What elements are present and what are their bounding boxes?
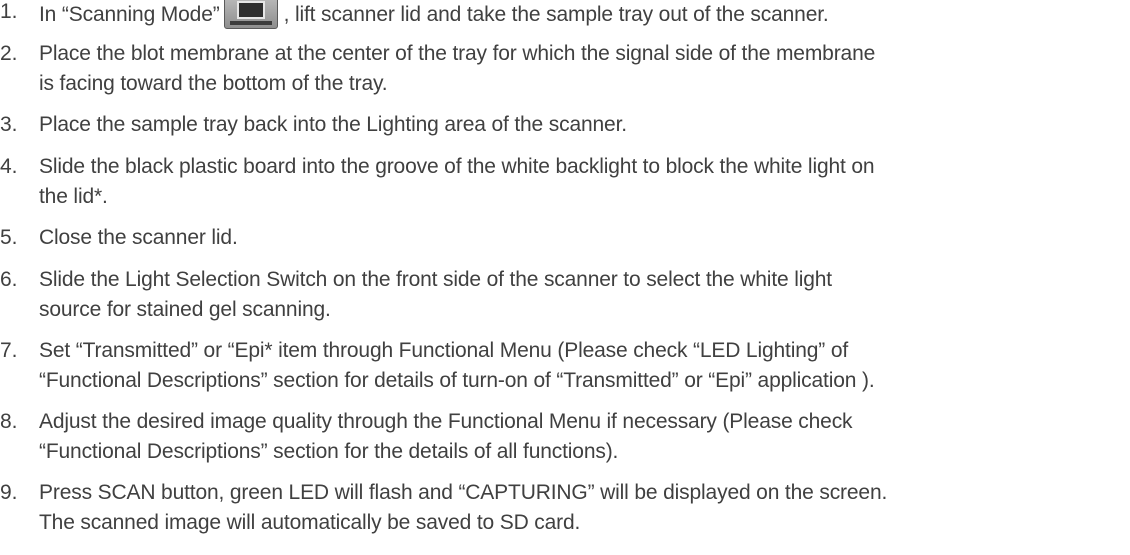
step-text-line: Set “Transmitted” or “Epi* item through … xyxy=(39,339,849,362)
step-text-line: Press SCAN button, green LED will flash … xyxy=(39,481,888,504)
scanner-screen-shape xyxy=(236,1,265,19)
step-text-line: Place the sample tray back into the Ligh… xyxy=(39,113,627,136)
step-text: In “Scanning Mode” , lift scanner lid and… xyxy=(39,0,1129,30)
step-text: Place the sample tray back into the Ligh… xyxy=(39,110,1129,140)
step-text-line: Close the scanner lid. xyxy=(39,226,238,249)
step-text-line: source for stained gel scanning. xyxy=(39,298,331,321)
step-number: 2. xyxy=(0,42,18,65)
step-text: Adjust the desired image quality through… xyxy=(39,407,1129,467)
scanner-base-shape xyxy=(229,21,272,25)
step-text: Close the scanner lid. xyxy=(39,223,1129,253)
step-text: Slide the black plastic board into the g… xyxy=(39,152,1129,212)
step-text-line: the lid*. xyxy=(39,185,108,208)
step-number: 9. xyxy=(0,481,18,504)
step-text: Place the blot membrane at the center of… xyxy=(39,39,1129,99)
step-number: 5. xyxy=(0,226,18,249)
step-number: 4. xyxy=(0,155,18,178)
step-text-line: is facing toward the bottom of the tray. xyxy=(39,72,388,95)
step-number: 1. xyxy=(0,0,18,23)
step-text-line: “Functional Descriptions” section for de… xyxy=(39,369,875,392)
step-text: Press SCAN button, green LED will flash … xyxy=(39,478,1129,538)
step-number: 8. xyxy=(0,410,18,433)
step-text-line: Adjust the desired image quality through… xyxy=(39,410,853,433)
step-text: Set “Transmitted” or “Epi* item through … xyxy=(39,336,1129,396)
step-text-line: Slide the black plastic board into the g… xyxy=(39,155,875,178)
step-text-after-icon: , lift scanner lid and take the sample t… xyxy=(283,3,829,26)
step-number: 3. xyxy=(0,113,18,136)
step-text-line: “Functional Descriptions” section for th… xyxy=(39,440,619,463)
step-number: 6. xyxy=(0,268,18,291)
scanner-mode-icon xyxy=(223,0,278,29)
step-text-line: The scanned image will automatically be … xyxy=(39,511,581,534)
step-text-before-icon: In “Scanning Mode” xyxy=(39,3,220,26)
step-text: Slide the Light Selection Switch on the … xyxy=(39,265,1129,325)
step-number: 7. xyxy=(0,339,18,362)
step-text-line: Slide the Light Selection Switch on the … xyxy=(39,268,832,291)
step-text-line: Place the blot membrane at the center of… xyxy=(39,42,876,65)
